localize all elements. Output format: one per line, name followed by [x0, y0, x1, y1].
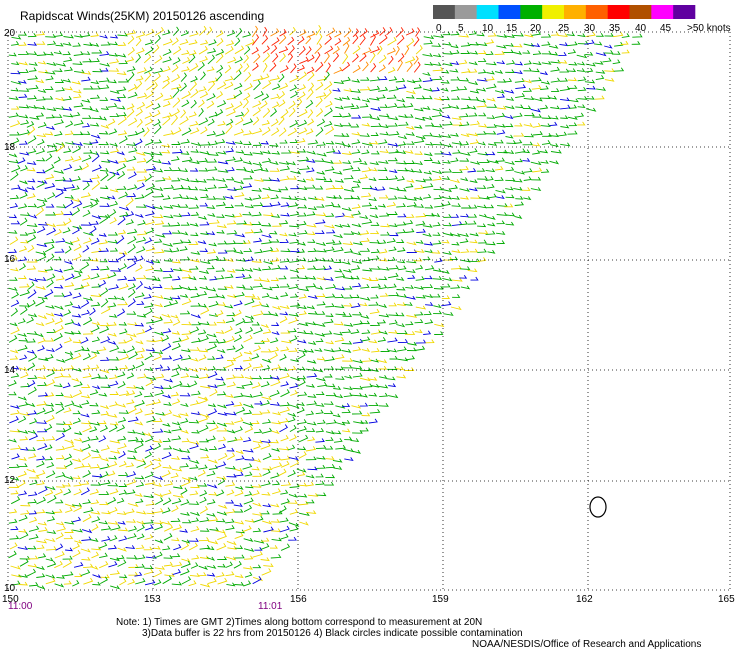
- lat-label-16: 16: [4, 254, 16, 265]
- colorbar-swatch: [454, 5, 477, 19]
- colorbar-swatch: [564, 5, 587, 19]
- lat-label-18: 18: [4, 142, 16, 153]
- colorbar-swatch: [673, 5, 696, 19]
- colorbar-swatch: [498, 5, 521, 19]
- lon-label-159: 159: [432, 594, 449, 605]
- plot-area: [7, 25, 731, 592]
- note-line-2: 3)Data buffer is 22 hrs from 20150126 4)…: [142, 628, 523, 639]
- lon-label-156: 156: [290, 594, 307, 605]
- lon-label-153: 153: [144, 594, 161, 605]
- colorbar-swatch: [542, 5, 565, 19]
- lat-label-10: 10: [4, 583, 16, 594]
- time-label-1100: 11:00: [8, 601, 33, 612]
- note-line-1: Note: 1) Times are GMT 2)Times along bot…: [116, 617, 482, 628]
- lon-label-165: 165: [718, 594, 735, 605]
- time-label-1101: 11:01: [258, 601, 283, 612]
- map-title: Rapidscat Winds(25KM) 20150126 ascending: [20, 9, 264, 23]
- colorbar-swatch: [585, 5, 608, 19]
- note-line-3: NOAA/NESDIS/Office of Research and Appli…: [472, 639, 701, 650]
- colorbar-swatch: [607, 5, 630, 19]
- lon-label-162: 162: [576, 594, 593, 605]
- colorbar: 0 5 10 15 20 25 30 35 40 45 >50 knots: [433, 5, 731, 34]
- colorbar-swatch: [629, 5, 652, 19]
- lat-label-14: 14: [4, 365, 16, 376]
- colorbar-swatch: [651, 5, 674, 19]
- wind-map-figure: Rapidscat Winds(25KM) 20150126 ascending…: [2, 5, 735, 650]
- colorbar-swatch: [520, 5, 543, 19]
- colorbar-swatch: [433, 5, 456, 19]
- lat-label-12: 12: [4, 475, 16, 486]
- lat-label-20: 20: [4, 28, 16, 39]
- colorbar-swatch: [476, 5, 499, 19]
